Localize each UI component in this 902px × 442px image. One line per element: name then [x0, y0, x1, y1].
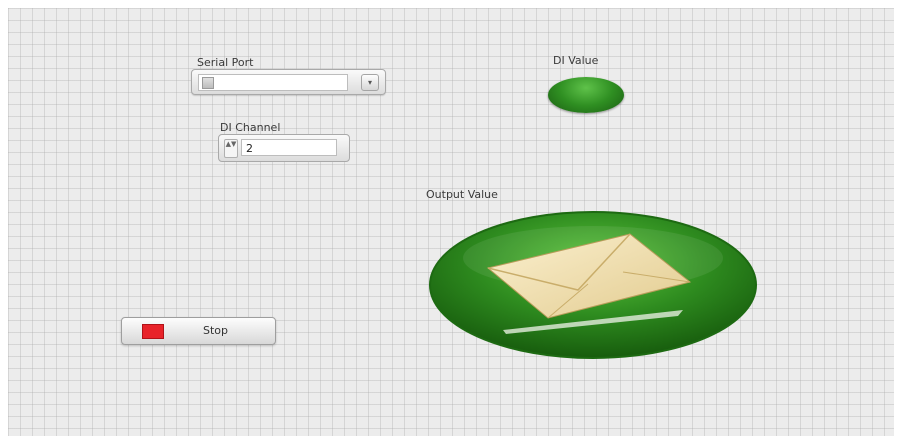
serial-port-label: Serial Port: [197, 56, 254, 69]
di-channel-value[interactable]: 2: [241, 139, 337, 156]
stop-button-label: Stop: [203, 324, 229, 337]
output-value-label: Output Value: [426, 188, 498, 201]
serial-port-dropdown-button[interactable]: ▾: [361, 74, 379, 91]
output-value-indicator: [428, 210, 758, 360]
envelope-icon: [429, 211, 757, 359]
di-value-led: [548, 77, 624, 113]
stop-led-indicator: [142, 324, 164, 339]
chevron-down-icon: ▾: [367, 78, 372, 87]
stop-button[interactable]: Stop: [121, 317, 276, 345]
di-channel-label: DI Channel: [220, 121, 281, 134]
serial-port-field[interactable]: [198, 74, 348, 91]
spinner-arrows-icon: ▲▼: [225, 140, 237, 148]
serial-port-control[interactable]: ▾: [191, 69, 386, 95]
di-channel-control[interactable]: ▲▼ 2: [218, 134, 350, 162]
di-channel-increment-decrement[interactable]: ▲▼: [224, 139, 238, 158]
io-resource-icon: [202, 77, 214, 89]
front-panel: Serial Port ▾ DI Channel ▲▼ 2 DI Value O…: [8, 8, 894, 436]
di-value-label: DI Value: [553, 54, 599, 67]
